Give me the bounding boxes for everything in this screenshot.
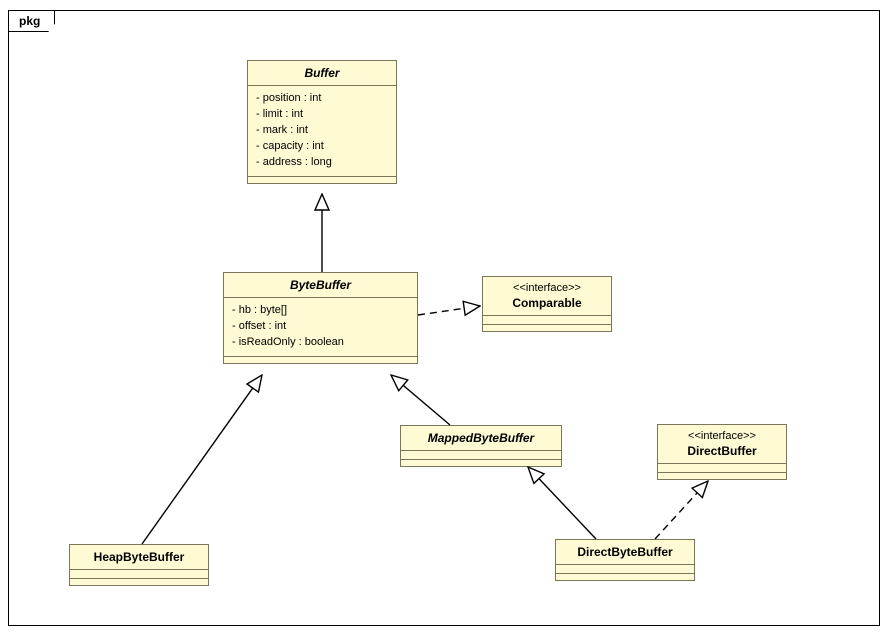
class-directbuffer-name: <<interface>> DirectBuffer bbox=[658, 425, 786, 464]
class-directbuffer-attrs bbox=[658, 464, 786, 473]
class-directbytebuffer-name: DirectByteBuffer bbox=[556, 540, 694, 565]
class-comparable-attrs bbox=[483, 316, 611, 325]
class-mappedbytebuffer-name: MappedByteBuffer bbox=[401, 426, 561, 451]
package-frame: pkg bbox=[8, 10, 880, 626]
package-label: pkg bbox=[8, 10, 55, 32]
class-mappedbytebuffer: MappedByteBuffer bbox=[400, 425, 562, 467]
attr: - offset : int bbox=[232, 319, 409, 335]
attr: - address : long bbox=[256, 155, 388, 171]
class-comparable-name: <<interface>> Comparable bbox=[483, 277, 611, 316]
class-comparable: <<interface>> Comparable bbox=[482, 276, 612, 332]
class-heapbytebuffer-ops bbox=[70, 579, 208, 585]
class-heapbytebuffer-name: HeapByteBuffer bbox=[70, 545, 208, 570]
stereotype: <<interface>> bbox=[666, 430, 778, 442]
class-bytebuffer: ByteBuffer - hb : byte[] - offset : int … bbox=[223, 272, 418, 364]
class-comparable-ops bbox=[483, 325, 611, 331]
class-mappedbytebuffer-attrs bbox=[401, 451, 561, 460]
class-bytebuffer-attrs: - hb : byte[] - offset : int - isReadOnl… bbox=[224, 298, 417, 357]
class-directbytebuffer-attrs bbox=[556, 565, 694, 574]
class-directbytebuffer: DirectByteBuffer bbox=[555, 539, 695, 581]
class-heapbytebuffer-attrs bbox=[70, 570, 208, 579]
class-directbuffer: <<interface>> DirectBuffer bbox=[657, 424, 787, 480]
attr: - limit : int bbox=[256, 107, 388, 123]
attr: - capacity : int bbox=[256, 139, 388, 155]
stereotype: <<interface>> bbox=[491, 282, 603, 294]
name-text: DirectBuffer bbox=[687, 444, 756, 458]
attr: - isReadOnly : boolean bbox=[232, 335, 409, 351]
class-directbytebuffer-ops bbox=[556, 574, 694, 580]
attr: - mark : int bbox=[256, 123, 388, 139]
attr: - position : int bbox=[256, 91, 388, 107]
class-buffer-name: Buffer bbox=[248, 61, 396, 86]
attr: - hb : byte[] bbox=[232, 303, 409, 319]
class-mappedbytebuffer-ops bbox=[401, 460, 561, 466]
class-bytebuffer-ops bbox=[224, 357, 417, 363]
class-buffer-attrs: - position : int - limit : int - mark : … bbox=[248, 86, 396, 177]
class-heapbytebuffer: HeapByteBuffer bbox=[69, 544, 209, 586]
name-text: Comparable bbox=[512, 296, 581, 310]
class-buffer-ops bbox=[248, 177, 396, 183]
class-buffer: Buffer - position : int - limit : int - … bbox=[247, 60, 397, 184]
class-directbuffer-ops bbox=[658, 473, 786, 479]
class-bytebuffer-name: ByteBuffer bbox=[224, 273, 417, 298]
